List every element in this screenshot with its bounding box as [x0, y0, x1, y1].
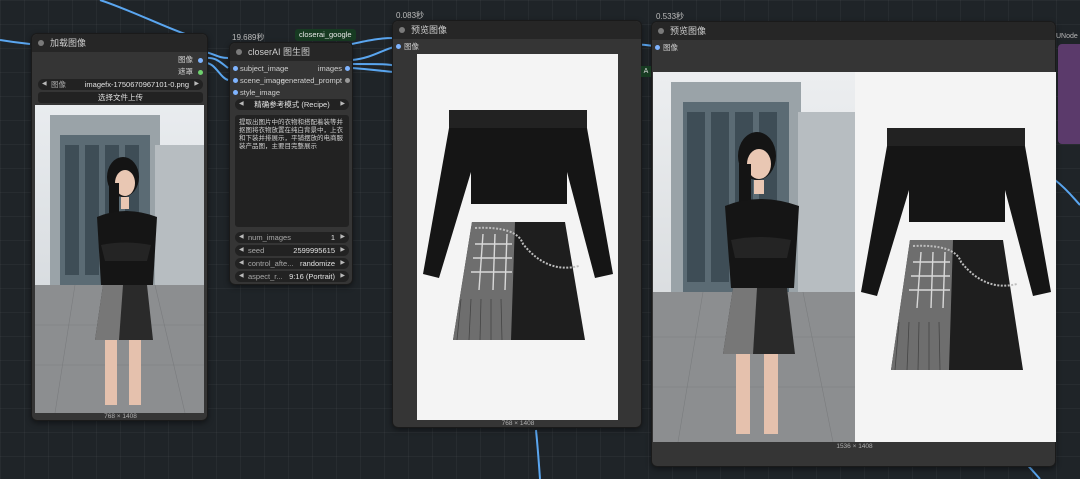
output-prompt-slot[interactable]: generated_prompt	[281, 76, 342, 86]
closerai-badge: closerai_google	[295, 29, 356, 41]
mode-select-widget[interactable]: ◀ 精确参考模式 (Recipe) ▶	[235, 99, 349, 110]
output-images-dot[interactable]	[345, 66, 350, 71]
image-select-widget[interactable]: ◀ 图像 imagefx-1750670967101-0.png ▶	[38, 79, 203, 90]
preview-image-node-2[interactable]: 预览图像 图像 1536 × 1408	[651, 21, 1056, 467]
seed-value: 2599995615	[293, 246, 335, 255]
prev-arrow-icon[interactable]: ◀	[42, 79, 47, 90]
aspect-ratio-widget[interactable]: ◀ aspect_r... 9:16 (Portrait) ▶	[235, 271, 349, 282]
unode-label: UNode	[1056, 33, 1078, 40]
mode-value: 精确参考模式 (Recipe)	[254, 100, 330, 109]
preview1-dims: 768 × 1408	[501, 420, 535, 427]
prompt-textarea[interactable]: 提取出图片中的衣物和搭配着装等并抠图将衣物放置在纯白背景中，上衣和下装并排展示，…	[235, 115, 349, 227]
preview1-input-label: 图像	[404, 42, 419, 51]
offscreen-node-fragment[interactable]	[1058, 44, 1080, 144]
input-subject-slot[interactable]: subject_image	[240, 64, 288, 74]
input-style-label: style_image	[240, 88, 281, 97]
output-images-slot[interactable]: images	[318, 64, 342, 74]
aspect-prev-icon[interactable]: ◀	[239, 271, 244, 282]
input-subject-dot[interactable]	[233, 66, 238, 71]
aspect-value: 9:16 (Portrait)	[289, 272, 335, 281]
load-image-node-title[interactable]: 加载图像	[32, 34, 207, 52]
control-after-widget[interactable]: ◀ control_afte... randomize ▶	[235, 258, 349, 269]
num-images-label: num_images	[248, 233, 291, 242]
aspect-label: aspect_r...	[248, 272, 283, 281]
seed-widget[interactable]: ◀ seed 2599995615 ▶	[235, 245, 349, 256]
closer-node-title[interactable]: closerAI 图生图	[230, 43, 352, 61]
aspect-next-icon[interactable]: ▶	[340, 271, 345, 282]
control-next-icon[interactable]: ▶	[340, 258, 345, 269]
num-images-value: 1	[330, 233, 335, 242]
output-mask-slot[interactable]: 遮罩	[178, 67, 193, 77]
preview2-dims: 1536 × 1408	[836, 443, 873, 450]
preview1-image	[417, 54, 618, 420]
output-prompt-label: generated_prompt	[280, 76, 342, 85]
image-widget-label: 图像	[51, 80, 66, 89]
num-images-next-icon[interactable]: ▶	[340, 232, 345, 243]
seed-next-icon[interactable]: ▶	[340, 245, 345, 256]
output-image-label: 图像	[178, 55, 193, 64]
seed-label: seed	[248, 246, 265, 255]
input-scene-slot[interactable]: scene_image	[240, 76, 285, 86]
input-style-dot[interactable]	[233, 90, 238, 95]
num-images-prev-icon[interactable]: ◀	[239, 232, 244, 243]
output-image-slot[interactable]: 图像	[178, 55, 193, 65]
input-subject-label: subject_image	[240, 64, 289, 73]
preview-image-node-1[interactable]: 预览图像 图像 768 × 1408	[392, 20, 642, 428]
preview1-input-slot[interactable]: 图像	[404, 42, 419, 52]
control-value: randomize	[299, 259, 335, 268]
loaded-image-preview	[35, 105, 204, 413]
input-scene-label: scene_image	[240, 76, 285, 85]
preview1-title[interactable]: 预览图像	[393, 21, 641, 39]
seed-prev-icon[interactable]: ◀	[239, 245, 244, 256]
mode-next-icon[interactable]: ▶	[340, 99, 345, 110]
input-scene-dot[interactable]	[233, 78, 238, 83]
load-image-dims: 768 × 1408	[104, 413, 137, 420]
preview2-input-slot[interactable]: 图像	[663, 43, 678, 53]
preview2-input-dot[interactable]	[655, 45, 660, 50]
preview2-title[interactable]: 预览图像	[652, 22, 1055, 40]
input-style-slot[interactable]: style_image	[240, 88, 280, 98]
output-prompt-dot[interactable]	[345, 78, 350, 83]
preview2-input-label: 图像	[663, 43, 678, 52]
upload-button[interactable]: 选择文件上传	[38, 92, 203, 103]
preview2-image	[653, 72, 1056, 442]
output-mask-label: 遮罩	[178, 67, 193, 76]
output-mask-dot[interactable]	[198, 70, 203, 75]
control-prev-icon[interactable]: ◀	[239, 258, 244, 269]
image-widget-value: imagefx-1750670967101-0.png	[84, 80, 189, 89]
control-label: control_afte...	[248, 259, 294, 268]
next-arrow-icon[interactable]: ▶	[194, 79, 199, 90]
closer-ai-node[interactable]: closerAI 图生图 subject_image scene_image s…	[229, 42, 353, 285]
preview1-input-dot[interactable]	[396, 44, 401, 49]
output-image-dot[interactable]	[198, 58, 203, 63]
load-image-node[interactable]: 加载图像 图像 遮罩 ◀ 图像 imagefx-1750670967101-0.…	[31, 33, 208, 421]
output-images-label: images	[317, 64, 342, 73]
num-images-widget[interactable]: ◀ num_images 1 ▶	[235, 232, 349, 243]
a-badge: A	[641, 66, 651, 77]
